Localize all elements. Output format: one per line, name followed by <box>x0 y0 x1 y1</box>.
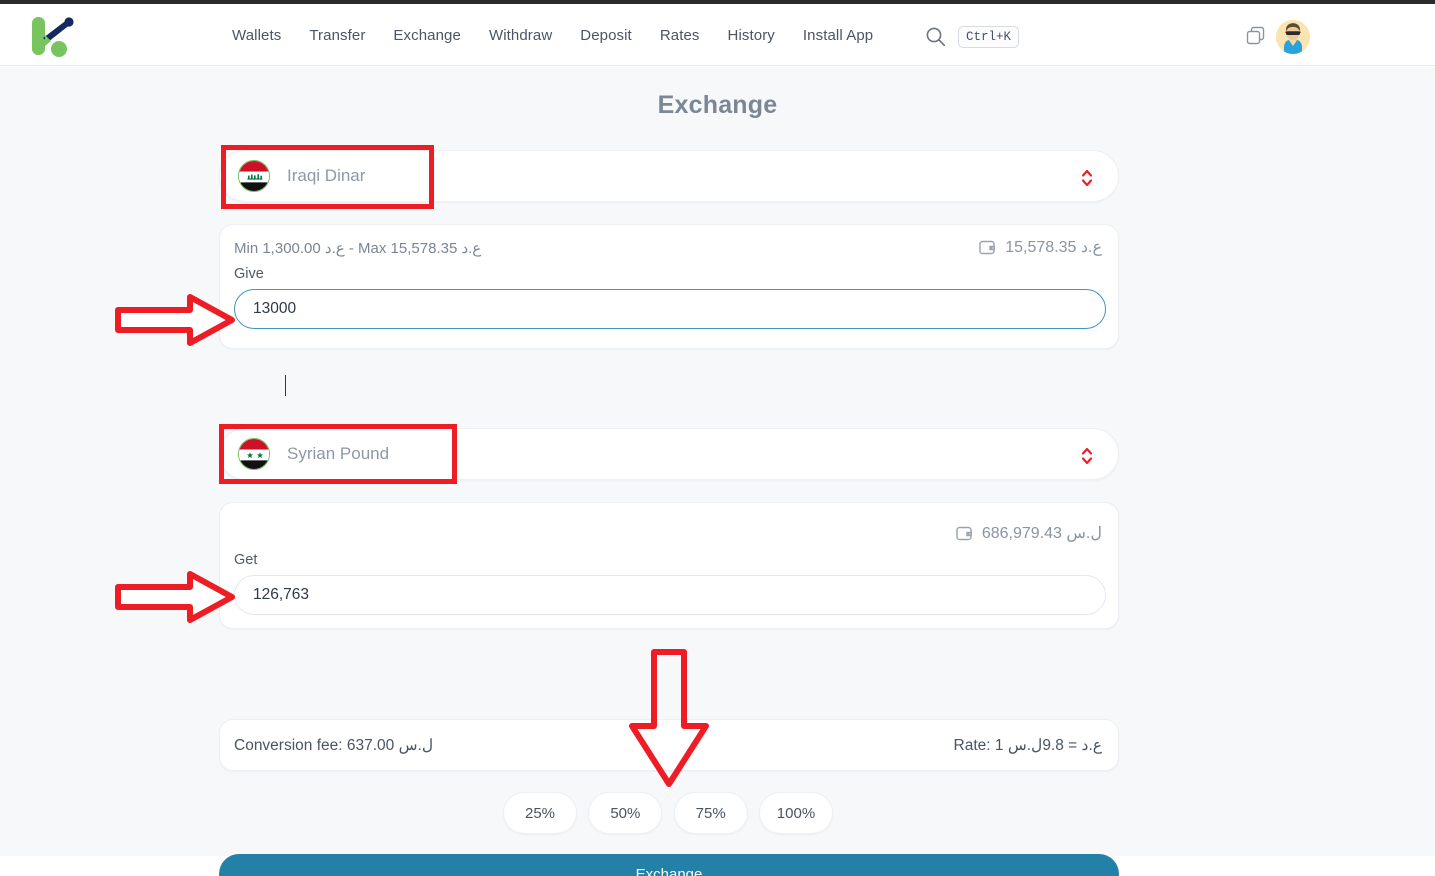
from-currency-label: Iraqi Dinar <box>287 166 366 185</box>
search-shortcut-badge[interactable]: Ctrl+K <box>958 26 1020 48</box>
to-currency-label: Syrian Pound <box>287 444 390 463</box>
get-amount-input[interactable] <box>234 575 1106 615</box>
nav-item-rates[interactable]: Rates <box>660 27 700 44</box>
wallet-icon <box>978 238 997 257</box>
chevron-up-down-icon[interactable] <box>1080 445 1094 467</box>
nav-item-history[interactable]: History <box>728 27 775 44</box>
page-title: Exchange <box>657 91 778 119</box>
from-min-max-label: Min 1,300.00 ع.د - Max 15,578.35 ع.د <box>234 240 482 257</box>
nav-item-install-app[interactable]: Install App <box>803 27 873 44</box>
percent-button-25[interactable]: 25% <box>503 792 577 834</box>
percent-buttons: 25% 50% 75% 100% <box>503 792 833 834</box>
nav-item-wallets[interactable]: Wallets <box>232 27 281 44</box>
get-field-label: Get <box>234 552 258 568</box>
conversion-fee-label: Conversion fee: 637.00 ل.س <box>234 737 434 754</box>
exchange-page: Exchange Iraqi Dinar Min 1,300.00 ع.د - … <box>0 67 1435 876</box>
wallet-icon <box>955 524 974 543</box>
give-field-label: Give <box>234 266 264 282</box>
chevron-up-down-icon[interactable] <box>1080 167 1094 189</box>
search-icon[interactable] <box>925 26 946 47</box>
from-balance: 15,578.35 ع.د <box>978 237 1102 257</box>
copy-icon[interactable] <box>1246 26 1265 45</box>
app-header: Wallets Transfer Exchange Withdraw Depos… <box>0 4 1435 66</box>
nav-item-withdraw[interactable]: Withdraw <box>489 27 552 44</box>
to-balance: 686,979.43 ل.س <box>955 523 1102 543</box>
percent-button-100[interactable]: 100% <box>758 792 833 834</box>
nav-item-deposit[interactable]: Deposit <box>580 27 632 44</box>
iraq-flag-icon <box>238 160 270 192</box>
from-balance-amount: 15,578.35 ع.د <box>1005 239 1102 256</box>
text-caret <box>285 375 286 396</box>
from-currency-selector[interactable]: Iraqi Dinar <box>219 150 1119 202</box>
give-amount-input[interactable] <box>234 289 1106 329</box>
nav-item-transfer[interactable]: Transfer <box>309 27 365 44</box>
give-panel: Min 1,300.00 ع.د - Max 15,578.35 ع.د 15,… <box>219 224 1119 349</box>
exchange-submit-button[interactable]: Exchange <box>219 854 1119 876</box>
user-avatar[interactable] <box>1276 20 1310 54</box>
syria-flag-icon <box>238 438 270 470</box>
to-currency-selector[interactable]: Syrian Pound <box>219 428 1119 480</box>
percent-button-75[interactable]: 75% <box>673 792 748 834</box>
percent-button-50[interactable]: 50% <box>588 792 663 834</box>
k-logo[interactable] <box>26 11 78 61</box>
exchange-rate-label: Rate: 1 ع.د = 9.8ل.س <box>953 737 1102 754</box>
nav-item-exchange[interactable]: Exchange <box>393 27 461 44</box>
conversion-summary: Conversion fee: 637.00 ل.س Rate: 1 ع.د =… <box>219 719 1119 771</box>
get-panel: 686,979.43 ل.س Get <box>219 502 1119 629</box>
to-balance-amount: 686,979.43 ل.س <box>981 525 1102 542</box>
main-nav: Wallets Transfer Exchange Withdraw Depos… <box>232 4 873 66</box>
